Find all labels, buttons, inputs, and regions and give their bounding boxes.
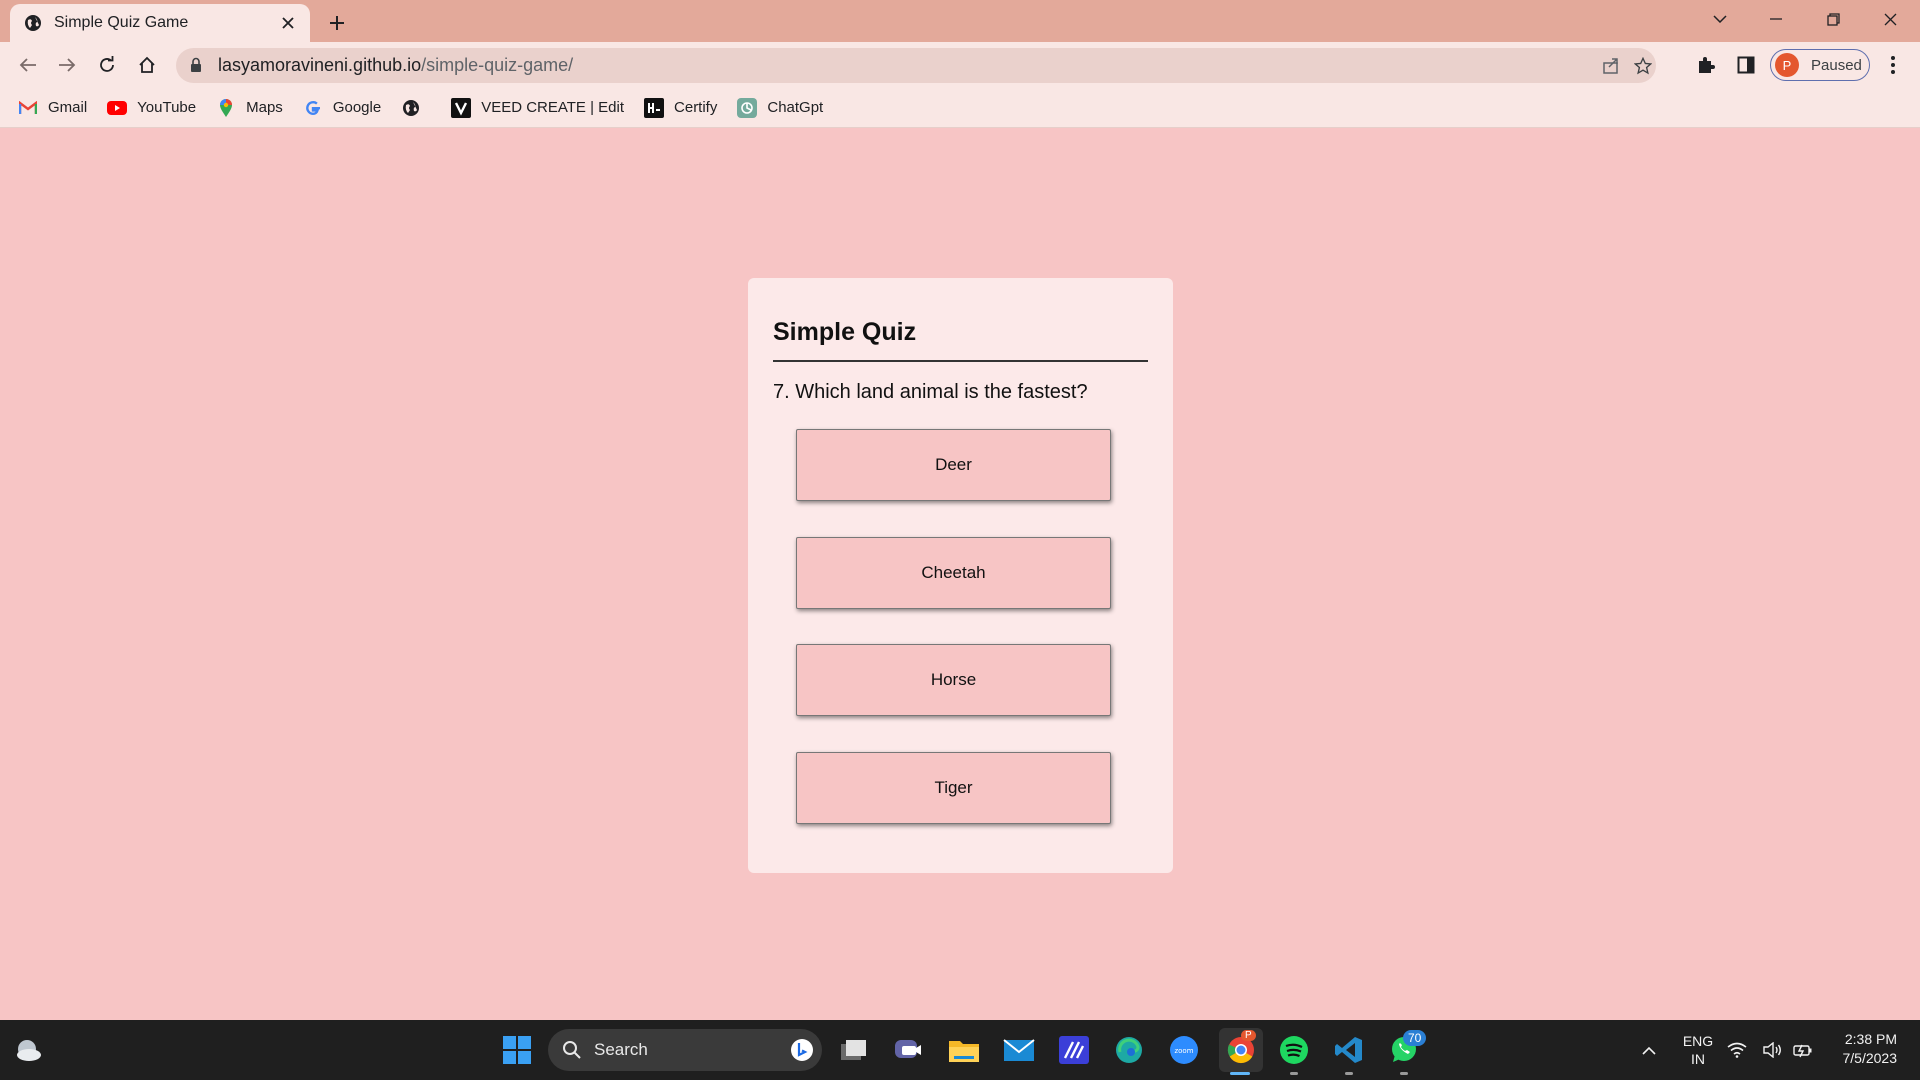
bookmark-label: Certify <box>674 99 718 116</box>
bing-icon[interactable] <box>790 1038 814 1067</box>
globe-icon <box>25 15 41 31</box>
file-explorer-icon[interactable] <box>944 1030 984 1070</box>
weather-icon[interactable] <box>8 1030 48 1070</box>
bookmark-label: Gmail <box>48 99 88 116</box>
close-tab-icon[interactable] <box>278 13 298 33</box>
spotify-icon[interactable] <box>1274 1030 1314 1070</box>
bookmark-youtube[interactable]: YouTube <box>107 98 196 118</box>
browser-toolbar: lasyamoravineni.github.io/simple-quiz-ga… <box>0 42 1920 88</box>
veed-icon <box>451 97 472 118</box>
volume-icon[interactable] <box>1760 1030 1786 1070</box>
bookmark-label: ChatGpt <box>767 99 824 116</box>
svg-text:zoom: zoom <box>1174 1047 1193 1055</box>
answer-button-horse[interactable]: Horse <box>796 644 1111 716</box>
bookmark-label: VEED CREATE | Edit <box>481 99 625 116</box>
tab-strip: Simple Quiz Game <box>0 0 1920 42</box>
profile-status: Paused <box>1811 56 1862 74</box>
tab-search-chevron-icon[interactable] <box>1692 0 1748 38</box>
vscode-icon[interactable] <box>1329 1030 1369 1070</box>
tab-title: Simple Quiz Game <box>54 14 189 31</box>
edge-browser-icon[interactable] <box>1109 1030 1149 1070</box>
show-hidden-icons-chevron-icon[interactable] <box>1629 1030 1669 1070</box>
bookmarks-bar: Gmail YouTube Maps Google VEED CREATE | … <box>0 88 1920 128</box>
youtube-icon <box>107 98 128 118</box>
vscode-running-indicator <box>1345 1072 1353 1075</box>
forward-button[interactable] <box>51 49 83 81</box>
language-indicator[interactable]: ENG IN <box>1676 1032 1720 1068</box>
bookmark-label: Google <box>332 99 382 116</box>
tab-simple-quiz-game[interactable]: Simple Quiz Game <box>10 4 310 42</box>
battery-charging-icon[interactable] <box>1790 1030 1816 1070</box>
quiz-title: Simple Quiz <box>773 318 917 346</box>
clock-date: 7/5/2023 <box>1842 1050 1898 1066</box>
bookmark-label: Maps <box>246 99 283 116</box>
chatgpt-icon <box>737 97 758 118</box>
region-code: IN <box>1691 1051 1705 1067</box>
chrome-running-indicator <box>1230 1072 1250 1075</box>
google-icon <box>303 98 323 118</box>
clock-time: 2:38 PM <box>1844 1031 1897 1047</box>
wifi-icon[interactable] <box>1724 1030 1750 1070</box>
language-code: ENG <box>1682 1033 1714 1049</box>
extensions-puzzle-icon[interactable] <box>1692 51 1720 79</box>
bookmark-label: YouTube <box>137 99 197 116</box>
profile-button[interactable]: P Paused <box>1770 49 1870 81</box>
answer-button-cheetah[interactable]: Cheetah <box>796 537 1111 609</box>
lock-icon <box>191 57 201 72</box>
share-icon[interactable] <box>1600 55 1622 77</box>
url-text: lasyamoravineni.github.io/simple-quiz-ga… <box>218 55 573 76</box>
close-window-button[interactable] <box>1862 0 1918 38</box>
taskbar: Search zoom P 70 ENG IN 2:38 PM 7/5/2023 <box>0 1020 1920 1080</box>
back-button[interactable] <box>12 49 44 81</box>
quiz-question: 7. Which land animal is the fastest? <box>773 381 1088 403</box>
bookmark-chatgpt[interactable]: ChatGpt <box>737 97 824 118</box>
gmail-icon <box>18 98 38 118</box>
zoomit-app-icon[interactable] <box>1054 1030 1094 1070</box>
system-clock[interactable]: 2:38 PM 7/5/2023 <box>1825 1030 1898 1068</box>
answer-button-tiger[interactable]: Tiger <box>796 752 1111 824</box>
url-path: /simple-quiz-game/ <box>421 55 574 75</box>
menu-dots-icon[interactable] <box>1879 51 1907 79</box>
maps-icon <box>216 98 236 118</box>
restore-button[interactable] <box>1805 0 1861 38</box>
search-label: Search <box>594 1040 648 1059</box>
title-divider <box>773 360 1148 362</box>
globe-icon <box>401 98 421 118</box>
taskbar-search-box[interactable]: Search <box>548 1029 822 1071</box>
url-host: lasyamoravineni.github.io <box>218 55 422 75</box>
new-tab-button[interactable] <box>322 8 352 38</box>
start-windows-icon[interactable] <box>497 1030 537 1070</box>
certify-icon <box>644 97 665 118</box>
minimize-button[interactable] <box>1748 0 1804 38</box>
whatsapp-unread-badge: 70 <box>1403 1030 1427 1046</box>
home-button[interactable] <box>131 49 163 81</box>
bookmark-veed[interactable]: VEED CREATE | Edit <box>451 97 625 118</box>
spotify-running-indicator <box>1290 1072 1298 1075</box>
reload-button[interactable] <box>91 49 123 81</box>
teams-chat-icon[interactable] <box>888 1030 928 1070</box>
quiz-card: Simple Quiz 7. Which land animal is the … <box>748 278 1173 873</box>
side-panel-icon[interactable] <box>1732 51 1760 79</box>
bookmark-certify[interactable]: Certify <box>644 97 718 118</box>
chrome-profile-badge: P <box>1241 1030 1256 1041</box>
search-icon <box>563 1041 581 1059</box>
zoom-icon[interactable]: zoom <box>1164 1030 1204 1070</box>
bookmark-globe[interactable] <box>401 98 431 118</box>
answer-button-deer[interactable]: Deer <box>796 429 1111 501</box>
whatsapp-running-indicator <box>1400 1072 1408 1075</box>
bookmark-maps[interactable]: Maps <box>216 98 283 118</box>
bookmark-star-icon[interactable] <box>1632 55 1654 77</box>
bookmark-gmail[interactable]: Gmail <box>18 98 87 118</box>
address-bar[interactable]: lasyamoravineni.github.io/simple-quiz-ga… <box>176 48 1656 83</box>
mail-icon[interactable] <box>999 1030 1039 1070</box>
bookmark-google[interactable]: Google <box>303 98 381 118</box>
avatar: P <box>1775 53 1799 77</box>
task-view-icon[interactable] <box>834 1030 874 1070</box>
